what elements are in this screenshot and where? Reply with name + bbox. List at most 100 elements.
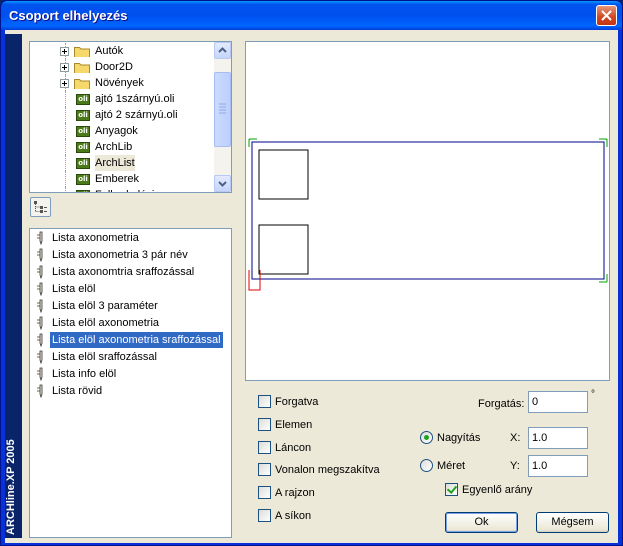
window-title: Csoport elhelyezés: [9, 8, 128, 23]
tree-item[interactable]: Autók: [30, 43, 214, 59]
tree-item[interactable]: oli ArchList: [30, 155, 214, 171]
element-box-2: [258, 224, 309, 275]
tree-scrollbar[interactable]: [214, 42, 231, 192]
oli-file-icon: oli: [76, 174, 90, 185]
oli-file-icon: oli: [76, 126, 90, 137]
element-box-1: [258, 149, 309, 200]
rotation-label: Forgatás:: [478, 398, 525, 410]
list-item-label: Lista elöl: [52, 283, 96, 295]
tree-connector: [65, 155, 66, 171]
pen-icon: [37, 384, 43, 398]
bounding-frame: [251, 141, 605, 280]
arrow-up-icon: [218, 47, 227, 53]
close-icon: [601, 10, 612, 21]
list-item-label: Lista axonometria 3 pár név: [52, 249, 188, 261]
pen-icon: [37, 333, 43, 347]
list-item-label: Lista elöl axonometria: [52, 317, 160, 329]
oli-file-icon: oli: [76, 142, 90, 153]
tree-item[interactable]: oli ajtó 1szárnyú.oli: [30, 91, 214, 107]
list-item-label: Lista info elöl: [52, 368, 117, 380]
tree-item[interactable]: oli Falburkolási: [30, 187, 214, 192]
expand-icon[interactable]: [60, 79, 69, 88]
tree-item-label: Anyagok: [95, 125, 138, 137]
expand-icon[interactable]: [60, 47, 69, 56]
brand-label: ARCHline.XP 2005: [5, 439, 17, 535]
group-list[interactable]: Lista axonometria Lista axonometria 3 pár…: [29, 228, 232, 538]
preview-drawing: [248, 138, 608, 291]
expand-icon[interactable]: [60, 63, 69, 72]
handle-top-left: [248, 138, 257, 147]
tree-item[interactable]: Növények: [30, 75, 214, 91]
pen-icon: [37, 367, 43, 381]
tree-view-icon: [34, 201, 47, 213]
folder-icon: [74, 79, 90, 89]
pen-icon: [37, 265, 43, 279]
tree-item-label: ajtó 1szárnyú.oli: [95, 93, 175, 105]
scroll-thumb[interactable]: [214, 72, 231, 147]
tree-connector: [65, 171, 66, 187]
a-sikon-box[interactable]: [258, 509, 271, 522]
tree-item-label: ajtó 2 szárnyú.oli: [95, 109, 178, 121]
tree-item-label: Falburkolási: [95, 187, 154, 192]
tree-item[interactable]: Door2D: [30, 59, 214, 75]
rotation-input[interactable]: 0: [528, 391, 588, 413]
tree-item[interactable]: oli Anyagok: [30, 123, 214, 139]
ok-button[interactable]: Ok: [445, 512, 518, 533]
tree-item[interactable]: oli ajtó 2 szárnyú.oli: [30, 107, 214, 123]
folder-icon: [74, 47, 90, 57]
tree-item-label: Door2D: [95, 61, 133, 73]
scroll-down-button[interactable]: [214, 175, 231, 192]
close-button[interactable]: [596, 5, 617, 26]
tree-connector: [65, 187, 66, 192]
tree-item[interactable]: oli ArchLib: [30, 139, 214, 155]
list-item-label: Lista elöl 3 paraméter: [52, 300, 158, 312]
y-label: Y:: [510, 460, 520, 472]
cancel-button[interactable]: Mégsem: [536, 512, 609, 533]
uniform-box[interactable]: [445, 483, 458, 496]
list-item-label: Lista rövid: [52, 385, 103, 397]
tree-item-label: Autók: [95, 45, 124, 57]
lancon-box[interactable]: [258, 441, 271, 454]
pen-icon: [37, 231, 43, 245]
tree-item-label: ArchList: [95, 155, 135, 171]
elemen-box[interactable]: [258, 418, 271, 431]
y-input[interactable]: 1.0: [528, 455, 588, 477]
tree-item[interactable]: oli Emberek: [30, 171, 214, 187]
title-bar[interactable]: Csoport elhelyezés: [1, 1, 622, 30]
tree-connector: [65, 123, 66, 139]
library-tree[interactable]: Autók Door2D Növények oli ajtó 1szárnyú.oli o…: [29, 41, 232, 193]
view-mode-button[interactable]: [30, 197, 51, 217]
pen-icon: [37, 282, 43, 296]
nagyitas-radio-dot[interactable]: [420, 431, 433, 444]
scroll-up-button[interactable]: [214, 42, 231, 59]
grip-icon: [219, 103, 226, 114]
tree-connector: [65, 139, 66, 155]
pen-icon: [37, 248, 43, 262]
tree-item-label: ArchLib: [95, 141, 133, 153]
vonalon-box[interactable]: [258, 463, 271, 476]
oli-file-icon: oli: [76, 158, 90, 169]
handle-top-right: [599, 138, 608, 147]
handle-bottom-left: [248, 270, 261, 291]
dialog-window: Csoport elhelyezés ARCHline.XP 2005 Autó…: [0, 0, 623, 546]
list-item-label: Lista axonometria: [52, 232, 139, 244]
pen-icon: [37, 299, 43, 313]
preview-canvas[interactable]: [245, 41, 610, 381]
tree-item-label: Növények: [95, 77, 144, 89]
a-rajzon-box[interactable]: [258, 486, 271, 499]
tree-item-label: Emberek: [95, 173, 140, 185]
x-label: X:: [510, 432, 521, 444]
x-input[interactable]: 1.0: [528, 427, 588, 449]
folder-icon: [74, 63, 90, 73]
handle-bottom-right: [599, 274, 608, 283]
forgatva-box[interactable]: [258, 395, 271, 408]
tree-connector: [65, 107, 66, 123]
pen-icon: [37, 316, 43, 330]
list-item-label: Lista elöl sraffozással: [52, 351, 157, 363]
arrow-down-icon: [218, 181, 227, 187]
tree-connector: [65, 91, 66, 107]
oli-file-icon: oli: [76, 190, 90, 192]
list-item-label: Lista axonomtria sraffozással: [52, 266, 195, 278]
list-item-label: Lista elöl axonometria sraffozással: [50, 332, 223, 348]
meret-radio-dot[interactable]: [420, 459, 433, 472]
